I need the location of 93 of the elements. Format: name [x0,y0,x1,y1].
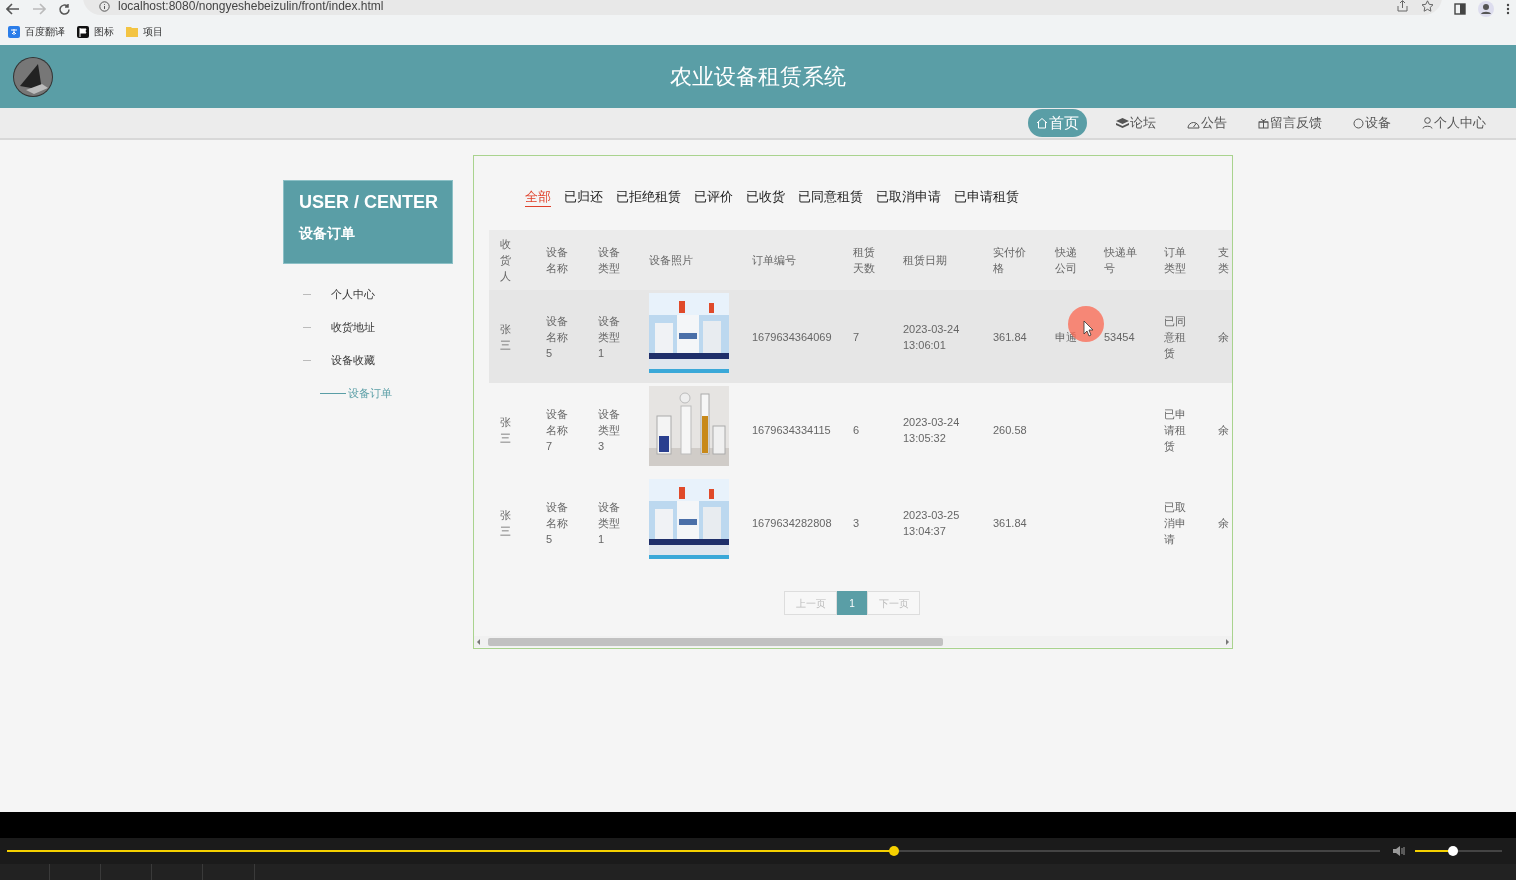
table-cell-text: 1679634282808 [752,515,833,531]
info-icon [99,0,110,12]
folder-icon [126,26,138,37]
nav-link[interactable]: 个人中心 [1420,113,1488,133]
column-header: 支类 [1218,245,1230,276]
sidebar-subtitle: 设备订单 [299,224,356,243]
circle-icon [1353,117,1364,129]
table-cell-text: 53454 [1104,329,1136,345]
column-header: 租赁日期 [903,253,948,268]
table-cell-text: 2023-03-24 13:06:01 [903,321,961,353]
column-header: 租赁天数 [853,245,876,276]
table-cell-text: 2023-03-25 13:04:37 [903,507,961,539]
table-row[interactable]: 张三 设备名称5 设备类型1 1679634364069 7 2023-03-24 13:06:01 361.84 申通 53454 已同意租赁 余 [489,290,1232,383]
nav-link[interactable]: 设备 [1351,113,1393,133]
table-cell-text: 7 [853,329,861,345]
table-cell-text: 申通 [1055,329,1078,345]
table-cell-text: 余 [1218,422,1230,438]
filter-tab[interactable]: 已拒绝租赁 [616,187,681,207]
filter-tab[interactable]: 已同意租赁 [798,187,863,207]
table-cell-text: 361.84 [993,329,1028,345]
scroll-right-icon[interactable] [1224,638,1230,645]
filter-tab[interactable]: 已收货 [746,187,785,207]
column-header: 设备名称 [546,245,569,276]
filter-tab[interactable]: 已取消申请 [876,187,941,207]
column-header: 快递公司 [1055,245,1078,276]
user-icon [1422,117,1433,129]
table-cell-text: 设备类型1 [598,499,621,547]
nav-link[interactable]: 留言反馈 [1256,113,1324,133]
more-icon[interactable] [1506,3,1510,15]
logo-icon [12,56,54,98]
sidebar-item[interactable]: 收货地址 [331,319,375,336]
address-bar[interactable]: localhost:8080/nongyeshebeizulin/front/index.html [83,0,1442,15]
cursor-icon [1067,305,1105,343]
table-cell-text: 1679634334115 [752,422,832,438]
bookmark-link[interactable]: 百度翻译 [8,24,65,39]
table-row[interactable]: 张三 设备名称7 设备类型3 1679634334115 6 2023-03-24 13:05:32 260.58 已申请租赁 余 [489,383,1232,476]
filter-tab[interactable]: 已归还 [564,187,603,207]
scrollbar-thumb[interactable] [488,637,943,646]
table-cell-text: 设备名称5 [546,313,569,361]
bookmark-link[interactable]: 图标 [77,24,114,39]
share-icon[interactable] [1396,0,1409,12]
site-title: 农业设备租赁系统 [670,63,846,91]
filter-tab[interactable]: 全部 [525,187,551,207]
volume-thumb[interactable] [1448,846,1459,856]
profile-icon[interactable] [1478,1,1494,17]
table-cell-text: 1679634364069 [752,329,833,345]
table-cell-text: 设备类型1 [598,313,621,361]
column-header: 设备类型 [598,245,621,276]
flag-icon [77,25,89,38]
column-header: 订单类型 [1164,245,1187,276]
star-icon[interactable] [1421,0,1434,12]
table-cell-text: 361.84 [993,515,1028,531]
sidebar-title: USER / CENTER [299,191,437,214]
table-cell-text: 张三 [500,321,512,353]
table-cell-text: 设备名称7 [546,406,569,454]
bookmark-link[interactable]: 项目 [126,24,163,39]
table-row[interactable]: 张三 设备名称5 设备类型1 1679634282808 3 2023-03-25 13:04:37 361.84 已取消申请 余 [489,476,1232,569]
back-icon[interactable] [6,3,20,15]
horizontal-scrollbar[interactable] [474,636,1232,647]
volume-icon[interactable] [1392,845,1408,857]
reload-icon[interactable] [58,2,71,16]
table-cell-text: 设备类型3 [598,406,621,454]
scroll-left-icon[interactable] [476,638,482,645]
table-cell-text: 6 [853,422,861,438]
nav-link[interactable]: 公告 [1185,113,1229,133]
stack-icon [1116,117,1129,129]
filter-tab[interactable]: 已评价 [694,187,733,207]
table-cell-text: 已同意租赁 [1164,313,1187,361]
home-icon [1036,117,1048,129]
table-cell-text: 张三 [500,507,512,539]
table-cell-text: 余 [1218,329,1230,345]
url-text: localhost:8080/nongyeshebeizulin/front/index.html [118,0,384,12]
column-header: 实付价格 [993,245,1027,276]
sidebar-item[interactable]: 个人中心 [331,286,375,303]
table-cell-text: 设备名称5 [546,499,569,547]
progress-thumb[interactable] [888,846,899,856]
sidebar-item[interactable]: 设备收藏 [331,352,375,369]
filter-tab[interactable]: 已申请租赁 [954,187,1019,207]
column-header: 快递单号 [1104,245,1138,276]
side-panel-icon[interactable] [1454,3,1466,15]
table-cell-text: 260.58 [993,422,1028,438]
table-cell-text: 张三 [500,414,512,446]
table-cell-text: 已取消申请 [1164,499,1187,547]
column-header: 设备照片 [649,253,694,268]
table-cell-text: 余 [1218,515,1230,531]
gift-icon [1258,117,1269,129]
nav-link[interactable]: 论坛 [1114,113,1158,133]
column-header: 订单编号 [752,253,797,268]
translate-icon [8,25,20,38]
table-cell-text: 已申请租赁 [1164,406,1187,454]
table-cell-text: 3 [853,515,861,531]
column-header: 收货人 [500,237,512,284]
table-cell-text: 2023-03-24 13:05:32 [903,414,961,446]
